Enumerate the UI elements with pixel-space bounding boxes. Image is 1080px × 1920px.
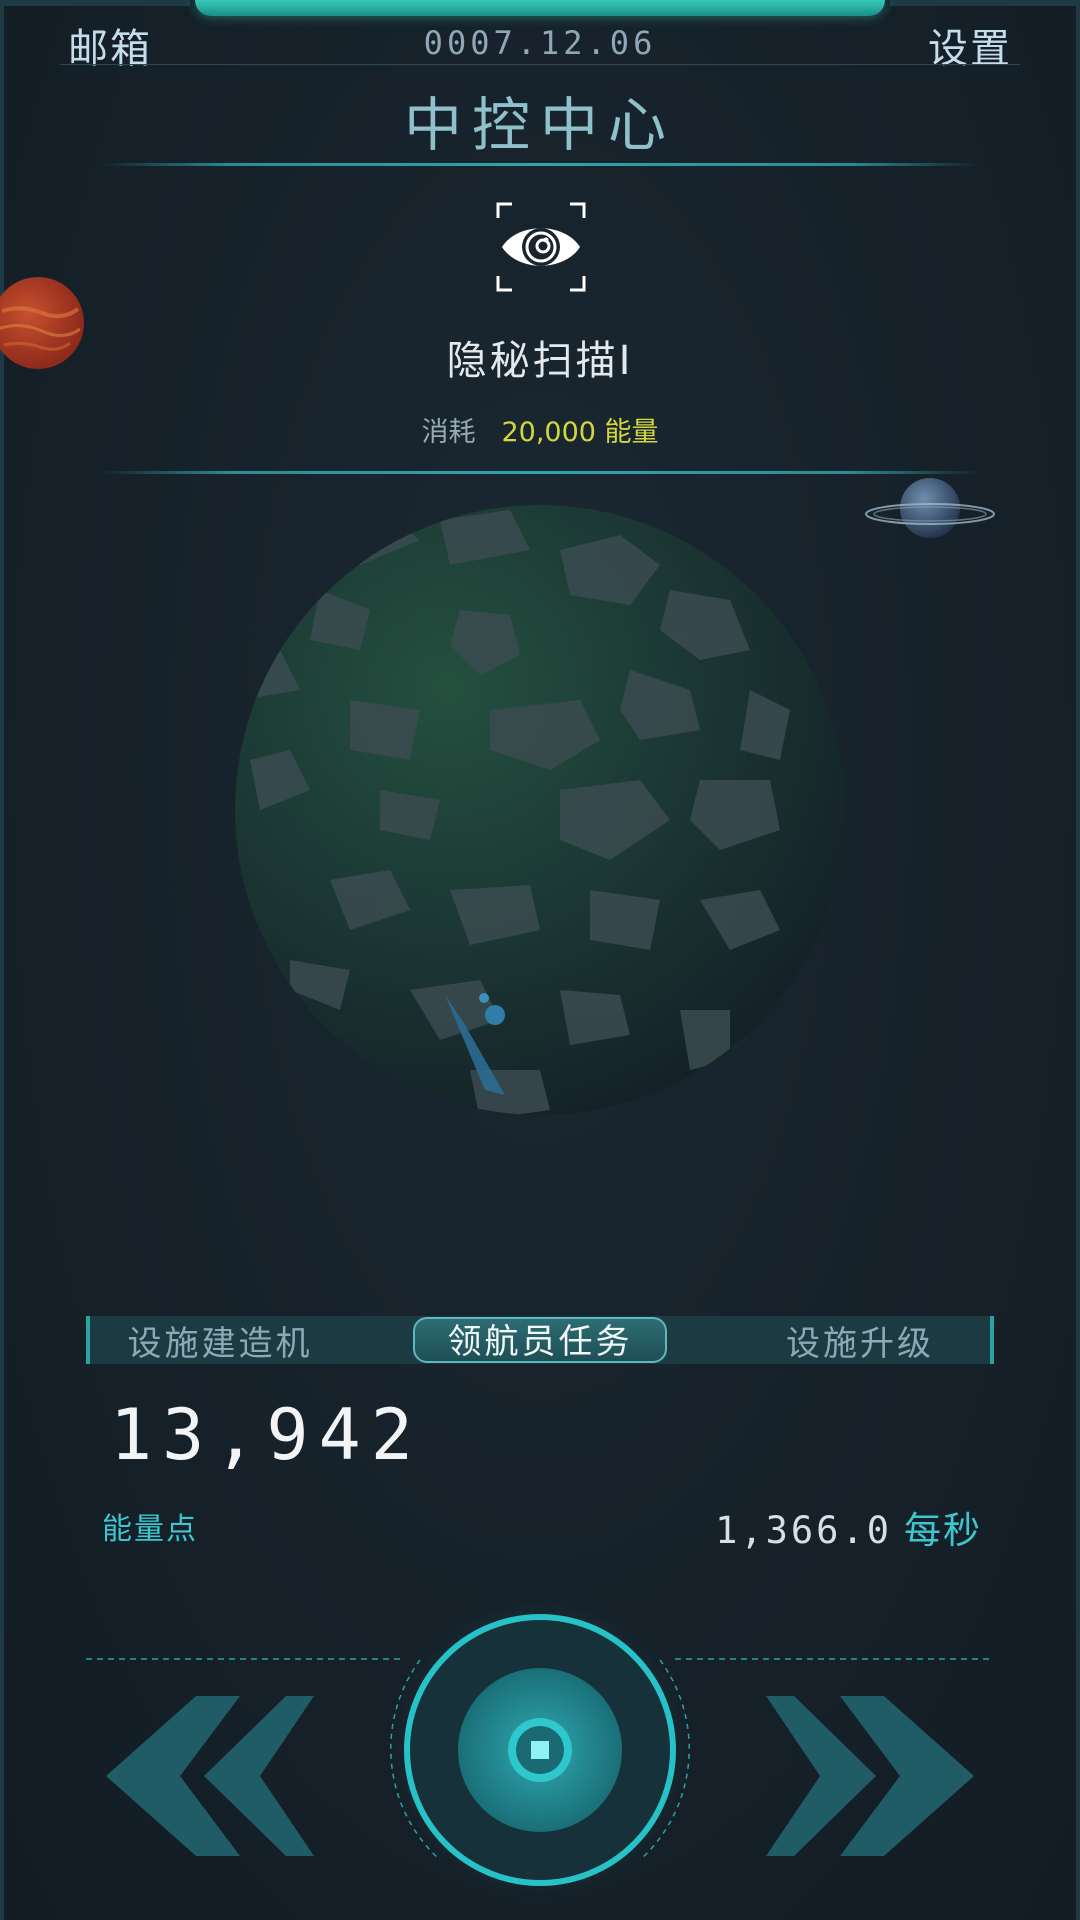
settings-button[interactable]: 设置 — [928, 16, 1012, 74]
tab-facility-builder[interactable]: 设施建造机 — [90, 1316, 350, 1365]
eye-scan-icon — [496, 202, 586, 292]
double-chevron-left-icon — [106, 1696, 314, 1856]
energy-rate-value: 1,366.0 — [715, 1509, 892, 1552]
frame-corner-right — [890, 0, 1080, 6]
cost-value: 20,000 能量 — [501, 417, 659, 448]
energy-rate-unit: 每秒 — [904, 1509, 982, 1552]
energy-points-label: 能量点 — [102, 1512, 198, 1547]
scan-name: 隐秘扫描I — [446, 338, 634, 384]
game-date: 0007.12.06 — [423, 24, 657, 62]
energy-rate: 1,366.0 每秒 — [715, 1500, 982, 1554]
game-screen: 邮箱 0007.12.06 设置 中控中心 隐秘扫描I 消耗20,000 能量 — [0, 0, 1080, 1920]
cost-label: 消耗 — [421, 417, 476, 448]
header-line — [60, 64, 1020, 65]
scan-divider — [100, 471, 980, 474]
prev-button[interactable] — [100, 1696, 320, 1856]
page-title: 中控中心 — [403, 91, 676, 159]
red-planet-image — [0, 277, 84, 369]
ringed-planet-image — [865, 478, 995, 538]
tab-facility-upgrade[interactable]: 设施升级 — [730, 1316, 990, 1365]
frame-corner-left — [0, 0, 190, 6]
control-panel — [0, 1600, 1080, 1920]
center-action-button[interactable] — [380, 1600, 700, 1910]
frame-top-bar — [195, 0, 885, 16]
next-button[interactable] — [760, 1696, 980, 1856]
stealth-scan-button[interactable] — [494, 200, 588, 294]
scan-cost: 消耗 20,000 能量 — [0, 410, 1080, 449]
tab-bar: 设施建造机 领航员任务 设施升级 — [86, 1316, 994, 1364]
home-planet-image[interactable] — [230, 490, 850, 1130]
double-chevron-right-icon — [766, 1696, 974, 1856]
tab-navigator-missions[interactable]: 领航员任务 — [413, 1317, 667, 1363]
title-divider — [100, 163, 980, 166]
target-icon — [390, 1600, 690, 1900]
energy-points-value: 13,942 — [110, 1394, 423, 1476]
